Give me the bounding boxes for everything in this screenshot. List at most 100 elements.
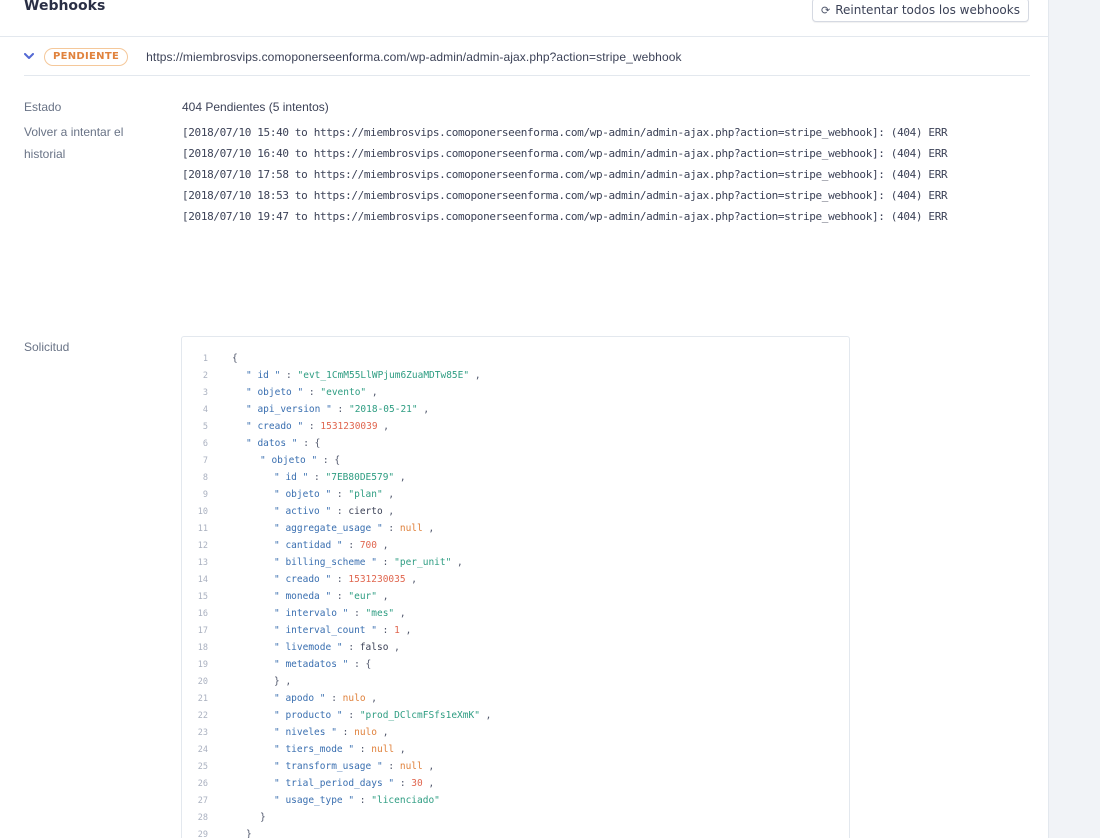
code-token: , xyxy=(394,472,406,483)
code-line: 7 " objeto " : { xyxy=(182,452,849,469)
code-line: 10 " activo " : cierto , xyxy=(182,503,849,520)
code-token: null xyxy=(399,761,423,772)
code-token: " usage_type " xyxy=(274,795,355,806)
code-token: : xyxy=(342,540,360,551)
code-token: " creado " xyxy=(274,574,332,585)
code-token: "evt_1CmM55LlWPjum6ZuaMDTw85E" xyxy=(297,370,470,381)
chevron-down-icon[interactable] xyxy=(24,53,40,60)
code-content: " id " : "evt_1CmM55LlWPjum6ZuaMDTw85E" … xyxy=(232,370,481,381)
code-token: " producto " xyxy=(274,710,343,721)
retry-history-entry: [2018/07/10 16:40 to https://miembrosvip… xyxy=(182,147,948,160)
code-token: 1531230035 xyxy=(348,574,406,585)
code-content: " cantidad " : 700 , xyxy=(232,540,388,551)
code-token: , xyxy=(451,557,463,568)
code-content: " intervalo " : "mes" , xyxy=(232,608,406,619)
webhook-row[interactable]: PENDIENTE https://miembrosvips.comoponer… xyxy=(24,38,1030,76)
code-token: " cantidad " xyxy=(274,540,343,551)
code-token: "licenciado" xyxy=(371,795,440,806)
code-token: " metadatos " xyxy=(274,659,349,670)
code-line: 23 " niveles " : nulo , xyxy=(182,724,849,741)
code-token: " niveles " xyxy=(274,727,337,738)
code-content: } xyxy=(232,829,252,838)
code-line: 13 " billing_scheme " : "per_unit" , xyxy=(182,554,849,571)
code-token: : { xyxy=(297,438,321,449)
line-number: 16 xyxy=(197,608,208,619)
code-token: falso xyxy=(359,642,389,653)
line-number: 4 xyxy=(202,404,208,415)
code-token: null xyxy=(399,523,423,534)
code-line: 3 " objeto " : "evento" , xyxy=(182,384,849,401)
code-token: : xyxy=(331,506,349,517)
line-number: 19 xyxy=(197,659,208,670)
code-token: "mes" xyxy=(365,608,395,619)
webhook-url: https://miembrosvips.comoponerseenforma.… xyxy=(146,49,682,64)
code-line: 5 " creado " : 1531230039 , xyxy=(182,418,849,435)
code-content: " moneda " : "eur" , xyxy=(232,591,388,602)
code-token: : xyxy=(308,472,326,483)
code-content: " aggregate_usage " : null , xyxy=(232,523,434,534)
code-token: " interval_count " xyxy=(274,625,377,636)
status-badge: PENDIENTE xyxy=(44,47,129,66)
line-number: 18 xyxy=(197,642,208,653)
line-number: 11 xyxy=(197,523,208,534)
code-token: "per_unit" xyxy=(394,557,452,568)
code-token: "evento" xyxy=(320,387,367,398)
code-token: 700 xyxy=(359,540,377,551)
status-value: 404 Pendientes (5 intentos) xyxy=(182,100,329,114)
code-token: , xyxy=(417,404,430,415)
line-number: 23 xyxy=(197,727,208,738)
code-token: " transform_usage " xyxy=(274,761,383,772)
code-token: , xyxy=(382,506,395,517)
code-content: " transform_usage " : null , xyxy=(232,761,434,772)
line-number: 13 xyxy=(197,557,208,568)
line-number: 8 xyxy=(202,472,208,483)
code-token: , xyxy=(376,727,389,738)
line-number: 7 xyxy=(202,455,208,466)
code-token: " moneda " xyxy=(274,591,332,602)
code-line: 22 " producto " : "prod_DClcmFSfs1eXmK" , xyxy=(182,707,849,724)
code-token: , xyxy=(365,693,377,704)
code-token: "eur" xyxy=(348,591,377,602)
code-line: 8 " id " : "7EB80DE579" , xyxy=(182,469,849,486)
line-number: 26 xyxy=(197,778,208,789)
code-token: : xyxy=(376,557,395,568)
retry-all-label: Reintentar todos los webhooks xyxy=(835,3,1020,17)
code-content: " creado " : 1531230035 , xyxy=(232,574,417,585)
code-line: 12 " cantidad " : 700 , xyxy=(182,537,849,554)
code-token: " aggregate_usage " xyxy=(274,523,383,534)
code-content: " metadatos " : { xyxy=(232,659,371,670)
code-token: null xyxy=(371,744,395,755)
line-number: 12 xyxy=(197,540,208,551)
code-token: "prod_DClcmFSfs1eXmK" xyxy=(359,710,480,721)
code-token: , xyxy=(422,778,435,789)
retry-history-entry: [2018/07/10 18:53 to https://miembrosvip… xyxy=(182,189,948,202)
code-token: } xyxy=(246,829,252,838)
line-number: 2 xyxy=(202,370,208,381)
code-content: " billing_scheme " : "per_unit" , xyxy=(232,557,463,568)
request-json-viewer: 1{2 " id " : "evt_1CmM55LlWPjum6ZuaMDTw85… xyxy=(181,336,850,838)
code-token: : { xyxy=(317,455,341,466)
code-content: " interval_count " : 1 , xyxy=(232,625,411,636)
code-token: , xyxy=(377,421,390,432)
code-line: 24 " tiers_mode " : null , xyxy=(182,741,849,758)
code-token: : xyxy=(325,693,343,704)
line-number: 20 xyxy=(197,676,208,687)
code-token: " creado " xyxy=(246,421,304,432)
code-token: " billing_scheme " xyxy=(274,557,377,568)
code-content: } , xyxy=(232,676,291,687)
code-token: } xyxy=(260,812,266,823)
code-token: , xyxy=(422,523,435,534)
code-token: : xyxy=(382,761,400,772)
retry-all-webhooks-button[interactable]: ⟳ Reintentar todos los webhooks xyxy=(812,0,1029,22)
code-content: " tiers_mode " : null , xyxy=(232,744,406,755)
code-token: , xyxy=(422,761,435,772)
code-line: 20 } , xyxy=(182,673,849,690)
code-content: " livemode " : falso , xyxy=(232,642,400,653)
code-token: , xyxy=(399,625,412,636)
code-content: " creado " : 1531230039 , xyxy=(232,421,389,432)
line-number: 6 xyxy=(202,438,208,449)
code-content: " api_version " : "2018-05-21" , xyxy=(232,404,429,415)
line-number: 14 xyxy=(197,574,208,585)
status-label: Estado xyxy=(24,100,62,114)
code-token: " objeto " xyxy=(246,387,304,398)
